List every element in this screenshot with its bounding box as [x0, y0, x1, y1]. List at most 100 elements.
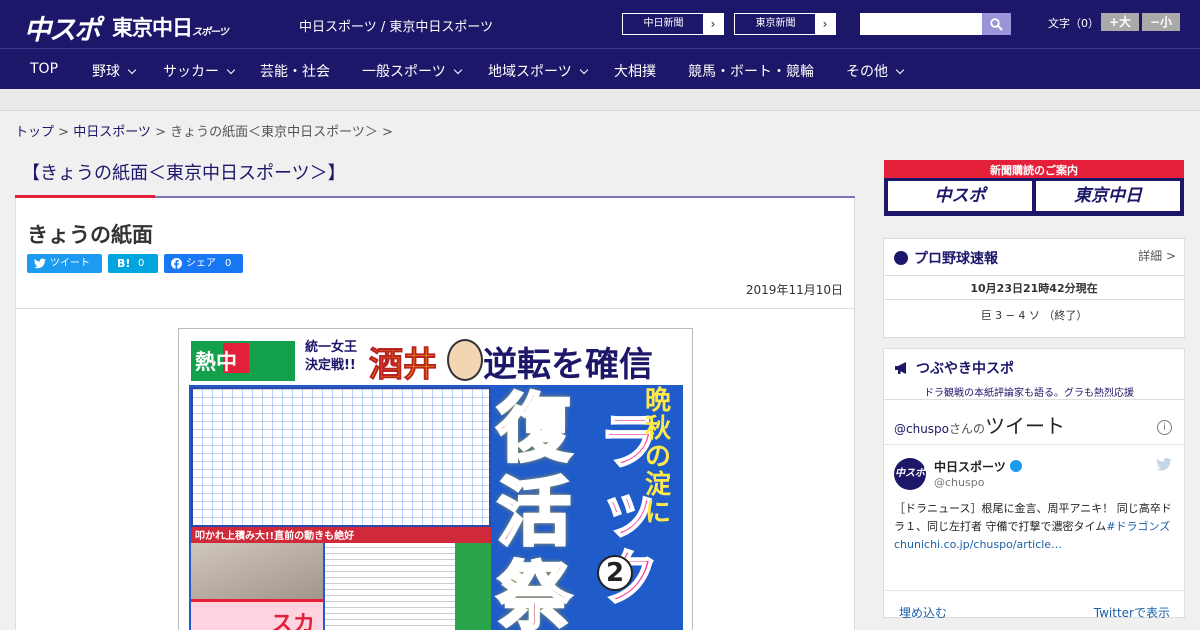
baseball-title-text: プロ野球速報 — [914, 251, 998, 267]
search-icon — [990, 18, 1003, 31]
twitter-bird-icon[interactable] — [1156, 458, 1172, 471]
divider — [884, 444, 1184, 445]
baseball-title: プロ野球速報 — [894, 248, 998, 268]
newspaper-yellow-vertical-headline: 晩秋の淀に — [645, 386, 672, 528]
hatena-button[interactable]: B! 0 — [108, 254, 158, 273]
baseball-icon — [894, 251, 908, 265]
font-smaller-button[interactable]: −小 — [1142, 13, 1180, 31]
divider — [16, 308, 854, 309]
nav-label: 大相撲 — [614, 64, 656, 80]
newspaper-strip-text: 叩かれ上積み大!!直前の動きも絶好 — [195, 531, 355, 542]
nav-item-regional-sports[interactable]: 地域スポーツ — [488, 61, 588, 81]
nav-item-general-sports[interactable]: 一般スポーツ — [362, 61, 462, 81]
avatar[interactable]: 中スポ — [894, 458, 926, 490]
site-name: 中日スポーツ / 東京中日スポーツ — [299, 20, 494, 35]
chunichi-shimbun-link[interactable]: 中日新聞 › — [622, 13, 724, 35]
twitter-bird-icon — [34, 258, 46, 269]
font-larger-button[interactable]: +大 — [1101, 13, 1139, 31]
game-score[interactable]: 巨 3 − 4 ソ （終了） — [884, 307, 1184, 323]
nav-label: その他 — [846, 64, 888, 80]
search-button[interactable] — [982, 13, 1011, 35]
tsubuyaki-subtitle: ドラ観戦の本紙評論家も語る。グラも熱烈応援 — [924, 388, 1134, 399]
tweet-hashtag-link[interactable]: #ドラゴンズ — [1106, 520, 1170, 533]
chevron-down-icon — [453, 65, 462, 75]
chevron-down-icon — [895, 65, 905, 75]
chevron-down-icon — [226, 65, 236, 75]
newspaper-logo-text: 熱中 — [195, 350, 237, 374]
facebook-share-button[interactable]: シェア 0 — [164, 254, 243, 273]
embed-link[interactable]: 埋め込む — [899, 604, 947, 621]
timeline-handle-link[interactable]: @chuspo — [894, 422, 949, 436]
nav-label: 芸能・社会 — [260, 64, 330, 80]
subscription-title: 新聞購読のご案内 — [990, 164, 1078, 177]
hatena-icon: B! — [117, 257, 131, 270]
chevron-right-icon: › — [815, 14, 835, 34]
font-size-label: 文字（0） — [1048, 17, 1099, 30]
nav-item-soccer[interactable]: サッカー — [163, 61, 236, 81]
newspaper-caricature — [447, 339, 483, 381]
verified-badge-icon — [1009, 460, 1022, 472]
timeline-title: ツイート — [985, 414, 1066, 438]
newspaper-green-column — [455, 543, 491, 630]
nav-label: サッカー — [163, 64, 219, 80]
nav-item-baseball[interactable]: 野球 — [92, 61, 137, 81]
info-icon[interactable]: i — [1157, 420, 1172, 435]
newspaper-corner-word: スカ — [271, 612, 316, 630]
header-bar: 中スポ 東京中日スポーツ 中日スポーツ / 東京中日スポーツ 中日新聞 › 東京… — [0, 0, 1200, 48]
tsubuyaki-title-text: つぶやき中スポ — [916, 361, 1014, 377]
breadcrumb-top[interactable]: トップ — [15, 125, 54, 140]
tokyo-shimbun-label: 東京新聞 — [755, 18, 796, 29]
nav-item-other[interactable]: その他 — [846, 61, 905, 81]
nav-item-racing[interactable]: 競馬・ボート・競輪 — [688, 61, 814, 81]
newspaper-name-headline: 酒井 — [369, 345, 438, 386]
tsubuyaki-card: つぶやき中スポ ドラ観戦の本紙評論家も語る。グラも熱烈応援 @chuspoさんの… — [883, 348, 1185, 620]
newspaper-circle-number: 2 — [597, 555, 633, 591]
tweet-account-name[interactable]: 中日スポーツ — [934, 458, 1022, 475]
nav-label: 競馬・ボート・競輪 — [688, 64, 814, 80]
nav-item-entertainment[interactable]: 芸能・社会 — [260, 61, 330, 81]
tsubuyaki-title: つぶやき中スポ — [894, 358, 1014, 378]
tokyo-chunichi-logo[interactable]: 東京中日スポーツ — [112, 12, 229, 42]
breadcrumb-sep: > — [54, 125, 74, 140]
newspaper-race-table — [191, 387, 491, 527]
facebook-count: 0 — [225, 258, 232, 269]
tweet-url-link[interactable]: chunichi.co.jp/chuspo/article… — [894, 538, 1062, 551]
newspaper-big-vertical-headline: 復活祭 — [496, 386, 573, 630]
nav-label: TOP — [30, 61, 59, 77]
tokyo-logo-text: 東京中日 — [112, 16, 193, 40]
facebook-icon — [171, 258, 182, 269]
tweet-account-handle[interactable]: @chuspo — [934, 476, 984, 489]
account-name-text: 中日スポーツ — [934, 460, 1006, 474]
timeline-san: さんの — [949, 422, 986, 436]
subscribe-tokyo-button[interactable]: 東京中日 — [1036, 181, 1180, 211]
tweet-label: ツイート — [50, 258, 90, 269]
baseball-scores-card: プロ野球速報 詳細 > 10月23日21時42分現在 巨 3 − 4 ソ （終了… — [883, 238, 1185, 338]
nav-label: 一般スポーツ — [362, 64, 446, 80]
search-input[interactable] — [860, 13, 982, 35]
timeline-header: @chuspoさんのツイート — [894, 410, 1065, 439]
nav-item-top[interactable]: TOP — [30, 61, 58, 77]
nav-item-sumo[interactable]: 大相撲 — [614, 61, 656, 81]
tweet-button[interactable]: ツイート — [27, 254, 102, 273]
view-on-twitter-link[interactable]: Twitterで表示 — [1094, 604, 1170, 621]
timeline-footer: 埋め込む Twitterで表示 — [884, 590, 1184, 630]
subscribe-chuspo-button[interactable]: 中スポ — [888, 181, 1032, 211]
chuspo-logo[interactable]: 中スポ — [24, 8, 101, 47]
megaphone-icon — [895, 362, 906, 374]
breadcrumb-chunichi[interactable]: 中日スポーツ — [73, 125, 151, 140]
breadcrumb: トップ > 中日スポーツ > きょうの紙面＜東京中日スポーツ＞ > — [15, 121, 393, 140]
article-card: きょうの紙面 ツイート B! 0 シェア 0 2019年11月10日 熱中 統一… — [15, 198, 855, 630]
baseball-detail-link[interactable]: 詳細 > — [1138, 247, 1176, 264]
nav-label: 地域スポーツ — [488, 64, 572, 80]
chevron-down-icon — [127, 65, 137, 75]
tweet-text: ［ドラニュース］根尾に金言、周平アニキ！ 同じ高卒ドラ１、同じ左打者 守備で打撃… — [894, 500, 1176, 554]
newspaper-front-page-image[interactable]: 熱中 統一女王 決定戦!! 酒井 逆転を確信 叩かれ上積み大!!直前の動きも絶好… — [178, 328, 693, 630]
tokyo-shimbun-link[interactable]: 東京新聞 › — [734, 13, 836, 35]
chevron-down-icon — [579, 65, 588, 75]
page-title: 【きょうの紙面＜東京中日スポーツ＞】 — [22, 163, 346, 184]
main-nav: TOP 野球 サッカー 芸能・社会 一般スポーツ 地域スポーツ 大相撲 競馬・ボ… — [0, 48, 1200, 89]
tokyo-logo-sub: スポーツ — [192, 27, 229, 38]
newspaper-keiba-logo: 熱中 — [191, 341, 295, 381]
breadcrumb-sep: > — [150, 125, 171, 140]
newspaper-subheadline: 統一女王 決定戦!! — [305, 340, 358, 373]
